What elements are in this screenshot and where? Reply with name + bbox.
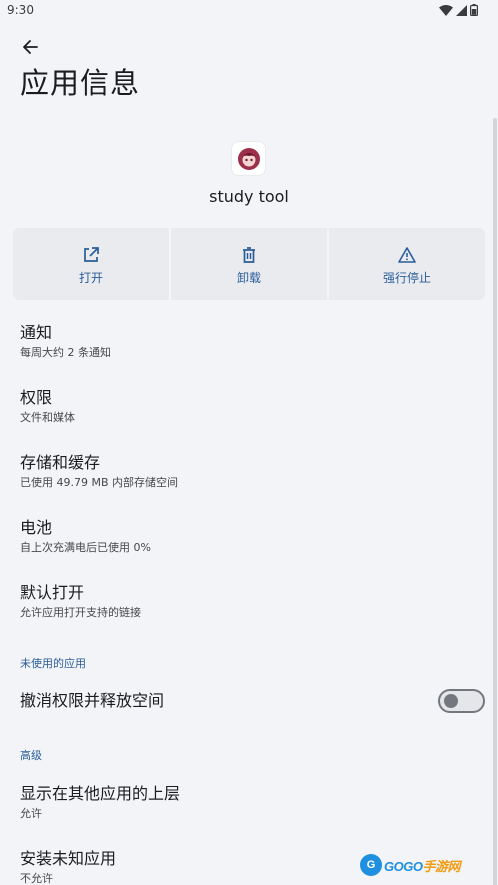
open-button[interactable]: 打开 bbox=[13, 228, 169, 300]
status-icons bbox=[439, 4, 478, 16]
status-bar: 9:30 bbox=[0, 0, 498, 22]
permissions-subtitle: 文件和媒体 bbox=[20, 411, 75, 424]
cell-signal-icon bbox=[456, 4, 467, 16]
battery-title: 电池 bbox=[20, 518, 53, 537]
watermark-logo: G GOGO手游网 bbox=[360, 852, 460, 878]
force-stop-button[interactable]: 强行停止 bbox=[329, 228, 485, 300]
revoke-permissions-label: 撤消权限并释放空间 bbox=[20, 691, 165, 710]
wifi-icon bbox=[439, 4, 453, 16]
permissions-title: 权限 bbox=[20, 388, 53, 407]
page-title: 应用信息 bbox=[20, 66, 141, 100]
storage-subtitle: 已使用 49.79 MB 内部存储空间 bbox=[20, 476, 179, 489]
watermark-text: GOGO手游网 bbox=[384, 856, 460, 875]
status-time: 9:30 bbox=[7, 3, 34, 17]
display-over-apps-title: 显示在其他应用的上层 bbox=[20, 784, 181, 803]
scrollbar[interactable] bbox=[493, 118, 497, 885]
trash-icon bbox=[243, 247, 255, 263]
notifications-subtitle: 每周大约 2 条通知 bbox=[20, 346, 111, 359]
app-info-screen: 9:30 应用信息 study tool 打开 卸载 强行停止 通知 每周大约 … bbox=[0, 0, 498, 885]
open-by-default-subtitle: 允许应用打开支持的链接 bbox=[20, 606, 141, 619]
open-by-default-title: 默认打开 bbox=[20, 583, 85, 602]
open-external-icon bbox=[84, 247, 99, 262]
notifications-title: 通知 bbox=[20, 323, 53, 342]
toggle-knob bbox=[444, 694, 458, 708]
arrow-left-icon bbox=[23, 40, 38, 54]
action-row: 打开 卸载 强行停止 bbox=[13, 228, 485, 300]
revoke-permissions-toggle[interactable] bbox=[438, 689, 485, 713]
watermark-text-accent: 手游网 bbox=[422, 858, 460, 874]
display-over-apps-subtitle: 允许 bbox=[20, 807, 42, 820]
storage-item[interactable]: 存储和缓存 已使用 49.79 MB 内部存储空间 bbox=[20, 453, 480, 491]
notifications-item[interactable]: 通知 每周大约 2 条通知 bbox=[20, 323, 480, 361]
uninstall-label: 卸载 bbox=[236, 271, 261, 285]
warning-triangle-icon bbox=[398, 247, 416, 263]
watermark-text-main: GOGO bbox=[384, 858, 423, 874]
battery-icon bbox=[470, 4, 478, 16]
force-stop-label: 强行停止 bbox=[382, 271, 431, 285]
app-avatar-icon bbox=[232, 142, 265, 175]
battery-item[interactable]: 电池 自上次充满电后已使用 0% bbox=[20, 518, 480, 556]
battery-subtitle: 自上次充满电后已使用 0% bbox=[20, 541, 151, 554]
open-by-default-item[interactable]: 默认打开 允许应用打开支持的链接 bbox=[20, 583, 480, 621]
permissions-item[interactable]: 权限 文件和媒体 bbox=[20, 388, 480, 426]
unused-apps-header: 未使用的应用 bbox=[20, 657, 86, 670]
back-button[interactable] bbox=[18, 36, 42, 58]
app-name: study tool bbox=[209, 187, 289, 206]
revoke-permissions-item[interactable]: 撤消权限并释放空间 bbox=[20, 691, 420, 711]
storage-title: 存储和缓存 bbox=[20, 453, 101, 472]
watermark-icon: G bbox=[360, 854, 382, 876]
advanced-header: 高级 bbox=[20, 749, 42, 762]
open-label: 打开 bbox=[78, 271, 103, 285]
uninstall-button[interactable]: 卸载 bbox=[171, 228, 327, 300]
display-over-apps-item[interactable]: 显示在其他应用的上层 允许 bbox=[20, 784, 480, 822]
